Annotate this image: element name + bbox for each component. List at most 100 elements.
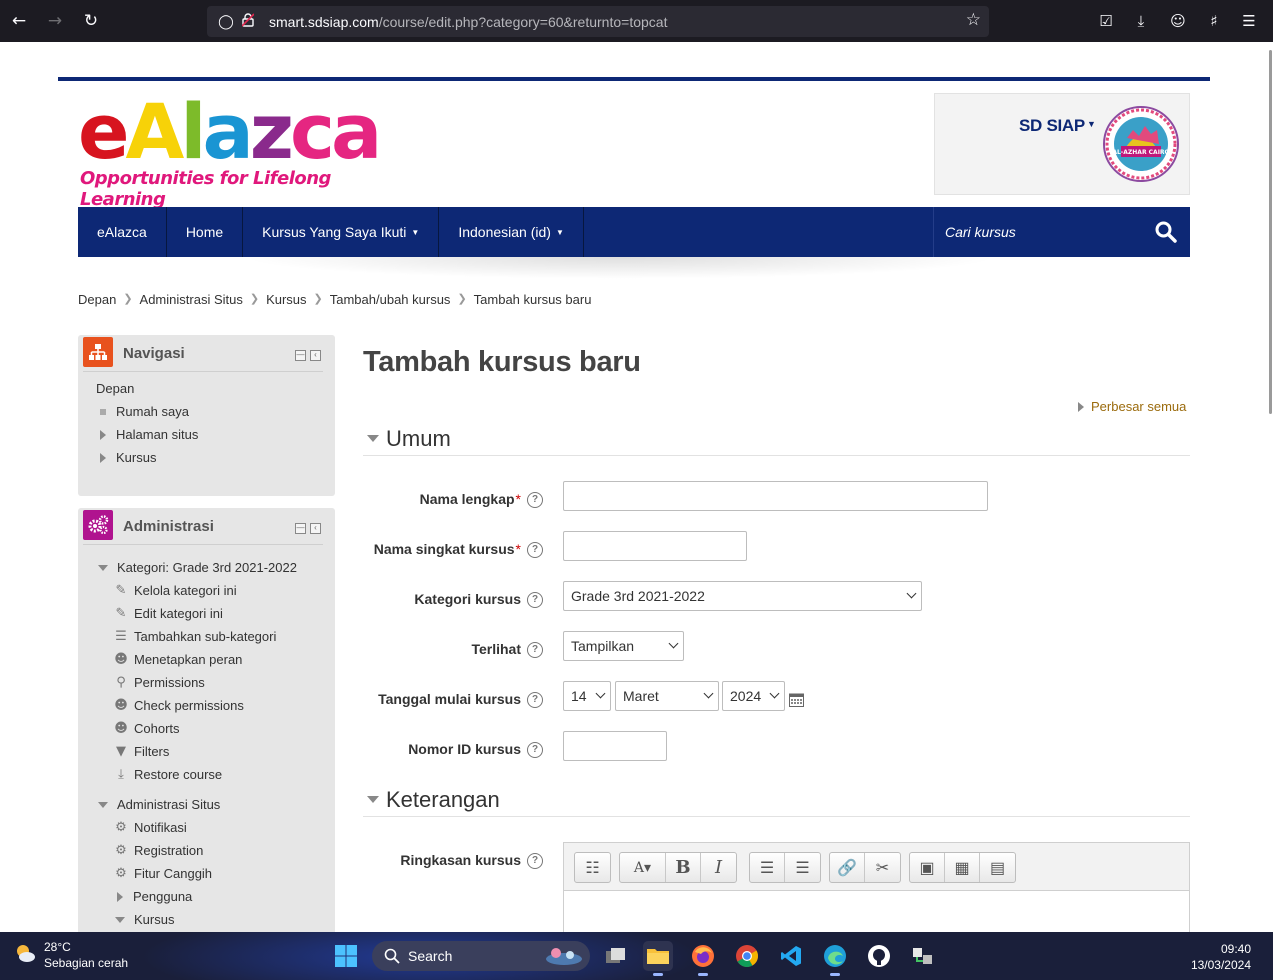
nav-tree-item-kursus[interactable]: Kursus [100,450,156,465]
ordered-list-icon[interactable]: ☰ [785,853,820,882]
admin-item-menetapkan-peran[interactable]: ☻ Menetapkan peran [112,652,242,667]
idnumber-input[interactable] [563,731,667,761]
expand-all-link[interactable]: Perbesar semua [1078,399,1186,414]
fullname-input[interactable] [563,481,988,511]
nav-tree-item-depan[interactable]: Depan [96,381,134,396]
unlink-icon[interactable]: ✂ [865,853,900,882]
breadcrumb-item[interactable]: Kursus [266,292,306,307]
block-dock-icon[interactable]: ‹ [310,350,321,361]
expand-arrow-icon[interactable] [100,429,106,440]
help-icon[interactable]: ? [527,542,543,558]
category-select[interactable]: Grade 3rd 2021-2022 [563,581,922,611]
help-icon[interactable]: ? [527,642,543,658]
italic-icon[interactable]: I [701,853,736,882]
nav-tree-item-rumah-saya[interactable]: Rumah saya [100,404,189,419]
help-icon[interactable]: ? [527,853,543,869]
download-icon[interactable]: ⤓ [1124,0,1158,42]
nav-item-home[interactable]: Home [167,207,244,257]
taskbar-app-edge[interactable] [820,941,850,976]
admin-item-fitur-canggih[interactable]: ⚙ Fitur Canggih [112,866,212,881]
expand-arrow-icon[interactable] [117,891,123,902]
taskbar-app-file-explorer[interactable] [643,941,673,976]
start-month-select[interactable]: Maret [615,681,719,711]
nav-tree-item-halaman-situs[interactable]: Halaman situs [100,427,198,442]
forward-button[interactable]: → [37,0,73,42]
taskbar-app-network-tool[interactable] [908,941,938,971]
admin-item-restore-course[interactable]: ⤓ Restore course [112,767,222,782]
nav-item-language[interactable]: Indonesian (id) ▼ [439,207,584,257]
admin-item-registration[interactable]: ⚙ Registration [112,843,203,858]
weather-widget[interactable]: 28°C Sebagian cerah [12,940,128,970]
nav-item-my-courses[interactable]: Kursus Yang Saya Ikuti ▼ [243,207,440,257]
shield-icon[interactable]: ◯ [215,14,237,30]
breadcrumb-item[interactable]: Administrasi Situs [140,292,243,307]
admin-item-edit-kategori[interactable]: ✎ Edit kategori ini [112,606,223,621]
admin-item-cohorts[interactable]: ☻ Cohorts [112,721,179,736]
breadcrumb-item[interactable]: Tambah/ubah kursus [330,292,451,307]
admin-tree-site-admin[interactable]: Administrasi Situs [98,797,220,812]
admin-item-tambah-subkategori[interactable]: ☰ Tambahkan sub-kategori [112,629,276,644]
admin-item-notifikasi[interactable]: ⚙ Notifikasi [112,820,187,835]
calendar-icon[interactable] [789,692,804,707]
admin-item-kursus[interactable]: Kursus [115,912,174,927]
link-icon[interactable]: 🔗 [830,853,865,882]
school-dropdown-caret-icon[interactable]: ▼ [1087,119,1096,129]
address-bar[interactable]: ◯ smart.sdsiap.com/course/edit.php?categ… [207,6,989,37]
system-clock[interactable]: 09:40 13/03/2024 [1191,941,1251,973]
course-search[interactable]: Cari kursus [933,207,1190,257]
block-dock-icon[interactable]: ‹ [310,523,321,534]
admin-item-filters[interactable]: ▼ Filters [112,744,169,759]
start-day-select[interactable]: 14 [563,681,611,711]
menu-icon[interactable]: ☰ [1232,0,1266,42]
admin-item-permissions[interactable]: ⚲ Permissions [112,675,205,690]
help-icon[interactable]: ? [527,692,543,708]
url-text[interactable]: smart.sdsiap.com/course/edit.php?categor… [269,14,667,30]
admin-item-kelola-kategori[interactable]: ✎ Kelola kategori ini [112,583,237,598]
nav-item-ealazca[interactable]: eAlazca [78,207,167,257]
scrollbar-thumb[interactable] [1269,50,1272,414]
collapse-arrow-icon[interactable] [115,916,125,923]
search-input[interactable]: Cari kursus [945,224,1016,240]
unordered-list-icon[interactable]: ☰ [750,853,785,882]
start-year-select[interactable]: 2024 [722,681,785,711]
bold-icon[interactable]: B [666,853,701,882]
toolbar-toggle-icon[interactable]: ☷ [575,853,610,882]
admin-tree-category[interactable]: Kategori: Grade 3rd 2021-2022 [98,560,297,575]
block-collapse-icon[interactable]: — [295,523,306,534]
manage-files-icon[interactable]: ▤ [980,853,1015,882]
search-icon[interactable] [1154,220,1178,244]
site-logo[interactable]: eAlazca Opportunities for Lifelong Learn… [78,94,408,211]
taskbar-search[interactable]: Search [372,941,590,971]
lock-icon[interactable] [237,12,259,31]
taskbar-app-chrome[interactable] [732,941,762,971]
help-icon[interactable]: ? [527,492,543,508]
school-name[interactable]: SD SIAP [1019,116,1085,136]
media-icon[interactable]: ▦ [945,853,980,882]
admin-item-check-permissions[interactable]: ☻ Check permissions [112,698,244,713]
help-icon[interactable]: ? [527,742,543,758]
collapse-arrow-icon[interactable] [98,564,108,571]
windows-start-icon[interactable] [334,944,358,968]
breadcrumb-item[interactable]: Depan [78,292,116,307]
visible-select[interactable]: Tampilkan [563,631,684,661]
section-general-header[interactable]: Umum [363,426,1190,456]
taskbar-app-github[interactable] [864,941,894,971]
extensions-icon[interactable]: ♯ [1197,0,1231,42]
account-icon[interactable]: ☺ [1161,0,1195,42]
reload-button[interactable]: ↻ [73,0,109,42]
page-scrollbar[interactable] [1265,42,1273,932]
section-description-header[interactable]: Keterangan [363,787,1190,817]
shortname-input[interactable] [563,531,747,561]
bookmark-star-icon[interactable]: ☆ [966,10,981,30]
taskbar-app-firefox[interactable] [688,941,718,976]
pocket-icon[interactable]: ☑ [1089,0,1123,42]
taskbar-app-task-view[interactable] [601,941,631,971]
collapse-arrow-icon[interactable] [98,801,108,808]
taskbar-app-vscode[interactable] [776,941,806,971]
paragraph-style-icon[interactable]: A▾ [620,853,666,882]
summary-editor[interactable]: ☷ A▾ B I ☰ ☰ 🔗 ✂ ▣ ▦ ▤ [563,842,1190,932]
image-icon[interactable]: ▣ [910,853,945,882]
back-button[interactable]: ← [1,0,37,42]
help-icon[interactable]: ? [527,592,543,608]
expand-arrow-icon[interactable] [100,452,106,463]
